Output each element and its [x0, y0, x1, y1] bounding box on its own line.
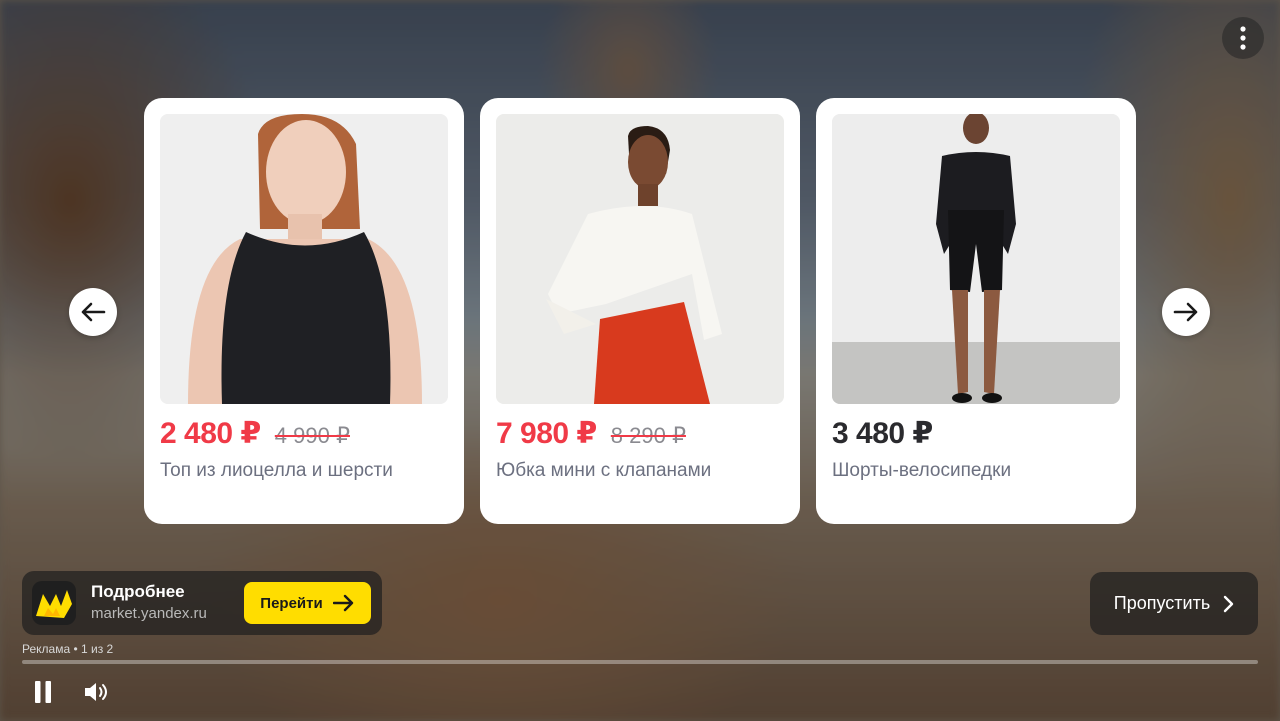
product-card[interactable]: 2 480 ₽ 4 990 ₽ Топ из лиоцелла и шерсти	[144, 98, 464, 524]
carousel-next-button[interactable]	[1162, 288, 1210, 336]
advertiser-panel[interactable]: Подробнее market.yandex.ru Перейти	[22, 571, 382, 635]
promo-title: Подробнее	[91, 582, 185, 601]
ad-progress-bar[interactable]	[22, 660, 1258, 664]
volume-icon	[85, 683, 107, 701]
product-image	[496, 114, 784, 404]
product-card[interactable]: 7 980 ₽ 8 290 ₽ Юбка мини с клапанами	[480, 98, 800, 524]
skip-ad-button[interactable]: Пропустить	[1090, 572, 1258, 635]
product-title: Шорты-велосипедки	[832, 460, 1012, 481]
skip-label: Пропустить	[1113, 593, 1211, 613]
volume-button[interactable]	[81, 677, 113, 707]
more-options-button[interactable]	[1222, 17, 1264, 59]
go-button-label: Перейти	[260, 594, 323, 612]
ad-counter-label: Реклама • 1 из 2	[22, 642, 114, 656]
go-button[interactable]: Перейти	[244, 582, 371, 624]
pause-button[interactable]	[27, 677, 59, 707]
yandex-market-logo-icon	[32, 581, 76, 625]
product-old-price: 8 290 ₽	[610, 423, 686, 448]
chevron-right-icon	[1224, 595, 1234, 612]
product-card[interactable]: 3 480 ₽ Шорты-велосипедки	[816, 98, 1136, 524]
product-price: 3 480 ₽	[832, 417, 933, 450]
product-price: 2 480 ₽	[160, 417, 261, 450]
product-image	[160, 114, 448, 404]
product-title: Юбка мини с клапанами	[496, 460, 712, 481]
more-vertical-icon	[1240, 26, 1246, 50]
carousel-prev-button[interactable]	[69, 288, 117, 336]
product-image	[832, 114, 1120, 404]
product-old-price: 4 990 ₽	[274, 423, 350, 448]
pause-icon	[35, 681, 51, 703]
arrow-right-icon	[332, 594, 353, 612]
product-title: Топ из лиоцелла и шерсти	[160, 460, 393, 481]
arrow-left-icon	[81, 302, 106, 322]
arrow-right-icon	[1173, 302, 1198, 322]
promo-domain[interactable]: market.yandex.ru	[91, 605, 207, 622]
product-price: 7 980 ₽	[496, 417, 597, 450]
